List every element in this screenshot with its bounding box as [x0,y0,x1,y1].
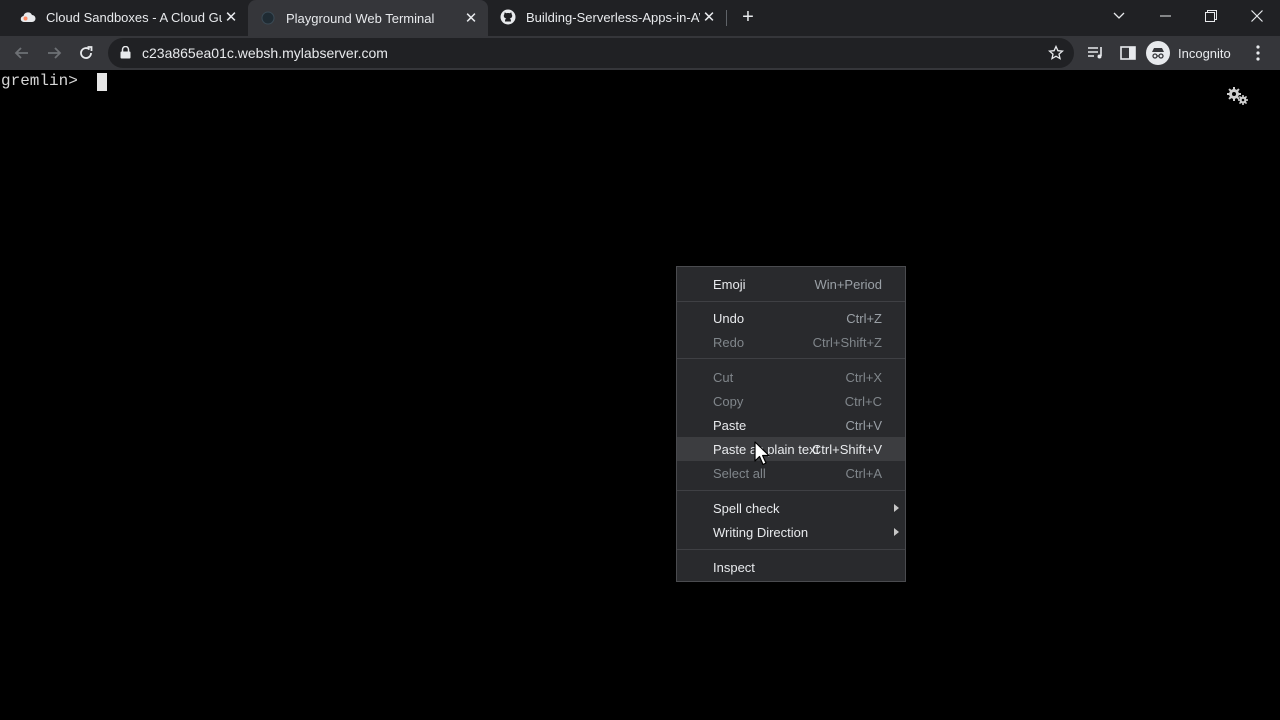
menu-item-shortcut: Win+Period [814,277,882,292]
menu-separator [677,358,905,359]
reload-icon[interactable] [72,39,100,67]
terminal-cursor [97,73,107,91]
menu-item-label: Inspect [713,560,755,575]
tab-cloud-sandboxes[interactable]: Cloud Sandboxes - A Cloud Guru ✕ [8,0,248,34]
menu-item-cut[interactable]: Cut Ctrl+X [677,365,905,389]
menu-item-paste-plain-text[interactable]: Paste as plain text Ctrl+Shift+V [677,437,905,461]
tab-playground-web-terminal[interactable]: Playground Web Terminal ✕ [248,0,488,36]
menu-item-spell-check[interactable]: Spell check [677,496,905,520]
menu-item-paste[interactable]: Paste Ctrl+V [677,413,905,437]
menu-separator [677,301,905,302]
menu-item-inspect[interactable]: Inspect [677,555,905,579]
menu-item-redo[interactable]: Redo Ctrl+Shift+Z [677,330,905,354]
url-text: c23a865ea01c.websh.mylabserver.com [142,45,388,61]
tab-title: Cloud Sandboxes - A Cloud Guru [46,9,222,25]
menu-item-copy[interactable]: Copy Ctrl+C [677,389,905,413]
menu-item-shortcut: Ctrl+A [845,466,882,481]
terminal-favicon-icon [260,10,276,26]
close-tab-icon[interactable]: ✕ [222,8,240,26]
web-terminal[interactable]: gremlin> [0,70,1280,720]
menu-item-writing-direction[interactable]: Writing Direction [677,520,905,544]
tab-title: Building-Serverless-Apps-in-AWS [526,9,700,25]
submenu-arrow-icon [894,528,899,536]
cloud-icon [20,9,36,25]
menu-item-label: Select all [713,466,766,481]
menu-item-select-all[interactable]: Select all Ctrl+A [677,461,905,485]
bookmark-star-icon[interactable] [1047,44,1065,66]
menu-item-label: Cut [713,370,734,385]
lock-icon[interactable] [120,45,131,64]
menu-item-shortcut: Ctrl+Shift+V [811,442,882,457]
mouse-pointer-icon [754,441,770,466]
menu-item-label: Writing Direction [713,525,809,540]
settings-gears-icon[interactable] [1226,86,1250,106]
menu-item-label: Copy [713,394,744,409]
menu-item-shortcut: Ctrl+V [845,418,882,433]
close-tab-icon[interactable]: ✕ [700,8,718,26]
browser-window: Cloud Sandboxes - A Cloud Guru ✕ Playgro… [0,0,1280,720]
media-queue-icon[interactable] [1082,39,1110,67]
address-bar[interactable]: c23a865ea01c.websh.mylabserver.com [108,38,1074,68]
tab-building-serverless-apps[interactable]: Building-Serverless-Apps-in-AWS ✕ [488,0,726,34]
menu-item-label: Paste [713,418,747,433]
menu-item-shortcut: Ctrl+X [845,370,882,385]
context-menu: Emoji Win+Period Undo Ctrl+Z Redo Ctrl+S… [676,266,906,582]
tab-strip: Cloud Sandboxes - A Cloud Guru ✕ Playgro… [0,0,1280,36]
browser-toolbar: c23a865ea01c.websh.mylabserver.com Incog… [0,36,1280,70]
menu-item-shortcut: Ctrl+Z [846,311,882,326]
menu-separator [677,490,905,491]
close-tab-icon[interactable]: ✕ [462,9,480,27]
menu-item-shortcut: Ctrl+Shift+Z [812,335,882,350]
incognito-label: Incognito [1178,45,1231,61]
terminal-prompt: gremlin> [1,72,88,90]
tab-title: Playground Web Terminal [286,10,435,26]
tab-divider [726,10,727,26]
forward-arrow-icon[interactable] [40,39,68,67]
tab-search-chevron-icon[interactable] [1096,0,1142,32]
menu-item-label: Undo [713,311,745,326]
restore-icon[interactable] [1188,0,1234,32]
menu-item-emoji[interactable]: Emoji Win+Period [677,272,905,296]
submenu-arrow-icon [894,504,899,512]
side-panel-icon[interactable] [1114,39,1142,67]
menu-item-undo[interactable]: Undo Ctrl+Z [677,306,905,330]
close-window-icon[interactable] [1234,0,1280,32]
menu-item-shortcut: Ctrl+C [844,394,882,409]
menu-item-label: Redo [713,335,745,350]
incognito-profile-button[interactable]: Incognito [1146,39,1231,67]
menu-item-label: Emoji [713,277,746,292]
incognito-icon [1146,41,1170,65]
menu-item-label: Spell check [713,501,780,516]
github-icon [500,9,516,25]
back-arrow-icon[interactable] [8,39,36,67]
new-tab-plus-icon[interactable]: + [738,7,758,27]
more-menu-icon[interactable] [1244,39,1272,67]
minimize-icon[interactable] [1142,0,1188,32]
menu-separator [677,549,905,550]
